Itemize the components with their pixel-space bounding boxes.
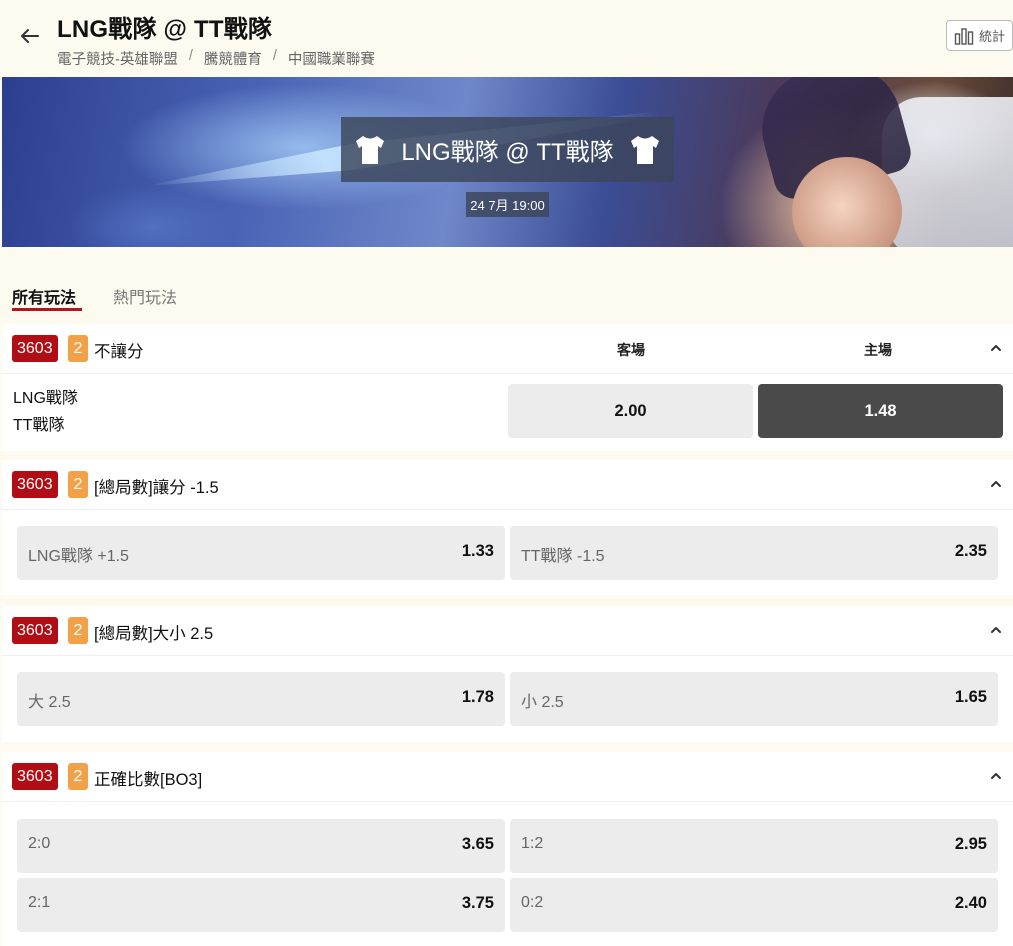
stats-label: 統計 — [978, 29, 1005, 44]
matchup-title: LNG戰隊 @ TT戰隊 — [401, 139, 614, 166]
market-code-badge: 3603 — [12, 335, 58, 362]
market-code-badge: 3603 — [12, 617, 58, 644]
chevron-up-icon[interactable] — [989, 341, 1003, 355]
active-tab-indicator — [12, 308, 82, 311]
jersey-icon — [630, 135, 659, 164]
option-label: 1:2 — [521, 835, 544, 852]
breadcrumb-item[interactable]: 中國職業聯賽 — [288, 48, 375, 69]
market-header[interactable]: 3603 2 [總局數]大小 2.5 — [2, 606, 1013, 656]
market-count-badge: 2 — [68, 763, 88, 790]
odds-value: 1.48 — [864, 401, 897, 420]
breadcrumb-item[interactable]: 電子競技-英雄聯盟 — [57, 48, 178, 69]
chevron-up-icon[interactable] — [989, 477, 1003, 491]
chevron-up-icon[interactable] — [989, 623, 1003, 637]
page-header: LNG戰隊 @ TT戰隊 電子競技-英雄聯盟 / 騰競體育 / 中國職業聯賽 統… — [0, 0, 1013, 77]
odds-button[interactable]: 小 2.5 1.65 — [510, 672, 998, 726]
jersey-icon — [356, 135, 385, 164]
option-label: 2:0 — [28, 835, 51, 852]
odds-value: 3.75 — [461, 894, 494, 912]
market-title: [總局數]讓分 -1.5 — [94, 479, 219, 497]
odds-button[interactable]: 0:2 2.40 — [510, 878, 998, 932]
bar-chart-icon — [954, 27, 974, 45]
market-code-badge: 3603 — [12, 763, 58, 790]
odds-value: 1.78 — [461, 688, 494, 706]
breadcrumb-item[interactable]: 騰競體育 — [204, 48, 262, 69]
odds-button[interactable]: 2:1 3.75 — [17, 878, 505, 932]
team-list: LNG戰隊 TT戰隊 — [13, 385, 78, 439]
market-handicap: 3603 2 [總局數]讓分 -1.5 LNG戰隊 +1.5 1.33 TT戰隊… — [2, 460, 1013, 595]
odds-value: 2.95 — [954, 835, 987, 853]
breadcrumb-separator: / — [272, 48, 277, 64]
odds-button[interactable]: TT戰隊 -1.5 2.35 — [510, 526, 998, 580]
option-label: 大 2.5 — [28, 694, 71, 711]
column-label-away: 客場 — [617, 342, 645, 358]
tab-all-markets[interactable]: 所有玩法 — [12, 284, 76, 308]
market-title: 正確比數[BO3] — [94, 771, 203, 789]
odds-value: 2.35 — [954, 542, 987, 560]
team-name-away: LNG戰隊 — [13, 390, 78, 407]
odds-value: 1.65 — [954, 688, 987, 706]
stats-button[interactable]: 統計 — [946, 20, 1013, 51]
breadcrumb: 電子競技-英雄聯盟 / 騰競體育 / 中國職業聯賽 — [57, 48, 375, 69]
tab-popular-markets[interactable]: 熱門玩法 — [113, 284, 177, 308]
market-tabs: 所有玩法 熱門玩法 — [0, 270, 1013, 320]
market-count-badge: 2 — [68, 471, 88, 498]
odds-button[interactable]: 大 2.5 1.78 — [17, 672, 505, 726]
market-moneyline: 3603 2 不讓分 客場 主場 LNG戰隊 TT戰隊 2.00 1.48 — [2, 324, 1013, 451]
market-header[interactable]: 3603 2 [總局數]讓分 -1.5 — [2, 460, 1013, 510]
option-label: 小 2.5 — [521, 694, 564, 711]
back-arrow-icon[interactable] — [16, 22, 44, 50]
market-count-badge: 2 — [68, 617, 88, 644]
market-count-badge: 2 — [68, 335, 88, 362]
market-title: 不讓分 — [94, 343, 144, 361]
option-label: 2:1 — [28, 894, 51, 911]
matchup-box: LNG戰隊 @ TT戰隊 — [341, 117, 674, 182]
odds-button[interactable]: LNG戰隊 +1.5 1.33 — [17, 526, 505, 580]
odds-button-home-selected[interactable]: 1.48 — [758, 384, 1003, 438]
odds-value: 2.00 — [614, 401, 647, 420]
odds-value: 1.33 — [461, 542, 494, 560]
market-header[interactable]: 3603 2 正確比數[BO3] — [2, 752, 1013, 802]
odds-button-away[interactable]: 2.00 — [508, 384, 753, 438]
breadcrumb-separator: / — [188, 48, 193, 64]
option-label: 0:2 — [521, 894, 544, 911]
market-total: 3603 2 [總局數]大小 2.5 大 2.5 1.78 小 2.5 1.65 — [2, 606, 1013, 742]
market-code-badge: 3603 — [12, 471, 58, 498]
odds-value: 2.40 — [954, 894, 987, 912]
column-label-home: 主場 — [864, 342, 892, 358]
odds-button[interactable]: 2:0 3.65 — [17, 819, 505, 873]
market-correct-score: 3603 2 正確比數[BO3] 2:0 3.65 1:2 2.95 2:1 3… — [2, 752, 1013, 946]
market-title: [總局數]大小 2.5 — [94, 625, 214, 643]
odds-button[interactable]: 1:2 2.95 — [510, 819, 998, 873]
match-datetime: 24 7月 19:00 — [466, 192, 549, 217]
chevron-up-icon[interactable] — [989, 769, 1003, 783]
team-name-home: TT戰隊 — [13, 417, 65, 434]
market-header[interactable]: 3603 2 不讓分 客場 主場 — [2, 324, 1013, 374]
page-title: LNG戰隊 @ TT戰隊 — [57, 16, 273, 43]
option-label: LNG戰隊 +1.5 — [28, 548, 129, 565]
option-label: TT戰隊 -1.5 — [521, 548, 605, 565]
odds-value: 3.65 — [461, 835, 494, 853]
